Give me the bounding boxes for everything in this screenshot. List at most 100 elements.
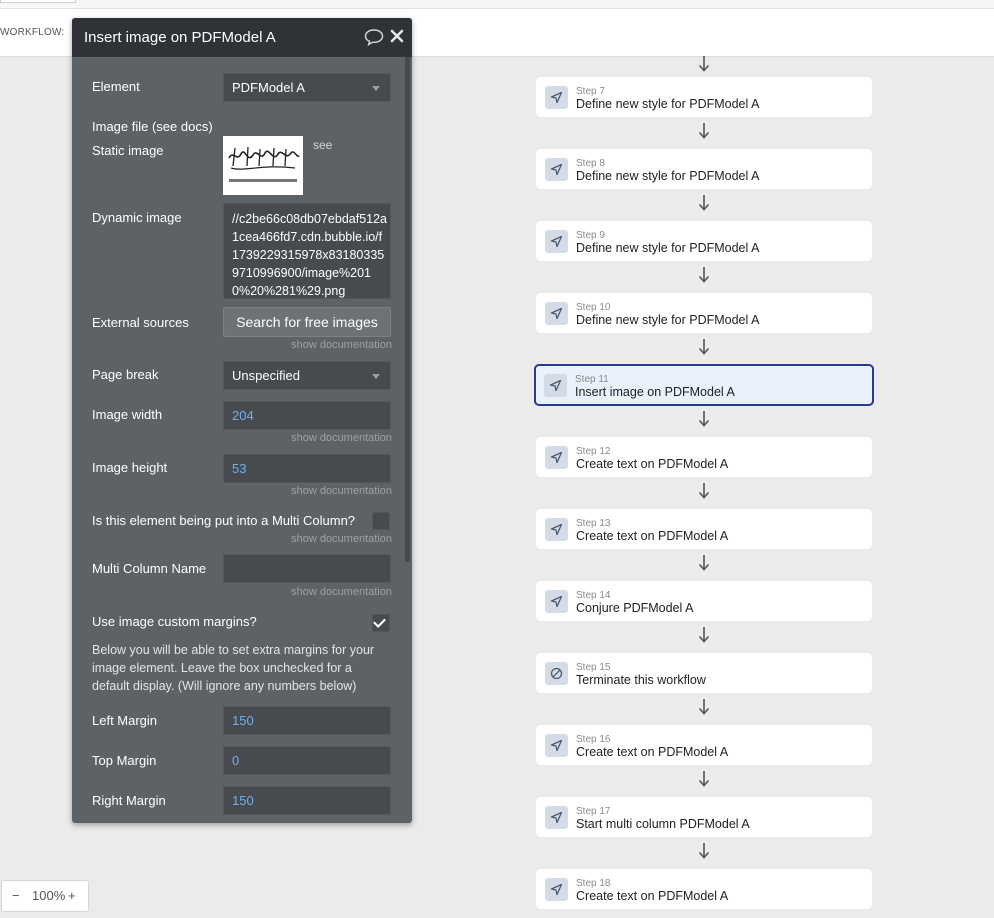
cursor-icon xyxy=(545,86,568,109)
step-name: Create text on PDFModel A xyxy=(576,529,729,543)
workflow-step-card[interactable]: Step 11 Insert image on PDFModel A xyxy=(534,364,874,406)
step-name: Terminate this workflow xyxy=(576,673,706,687)
show-documentation-link[interactable]: show documentation xyxy=(291,586,392,598)
image-height-input[interactable]: 53 xyxy=(223,454,391,483)
workflow-step-card[interactable]: Step 7 Define new style for PDFModel A xyxy=(536,77,872,117)
multi-column-name-input[interactable] xyxy=(223,554,391,583)
workflow-step-card[interactable]: Step 9 Define new style for PDFModel A xyxy=(536,221,872,261)
cursor-icon xyxy=(545,158,568,181)
workflow-step-card[interactable]: Step 17 Start multi column PDFModel A xyxy=(536,797,872,837)
step-name: Create text on PDFModel A xyxy=(576,745,729,759)
image-width-input[interactable]: 204 xyxy=(223,401,391,430)
cursor-icon xyxy=(545,302,568,325)
see-link[interactable]: see xyxy=(313,138,332,152)
property-editor-panel: Insert image on PDFModel A Element PDFMo… xyxy=(72,18,412,823)
step-number: Step 17 xyxy=(576,806,611,817)
top-margin-value: 0 xyxy=(232,753,240,768)
static-image-thumbnail[interactable] xyxy=(223,136,303,195)
stop-icon xyxy=(545,662,568,685)
show-documentation-link[interactable]: show documentation xyxy=(291,432,392,444)
show-documentation-link[interactable]: show documentation xyxy=(291,485,392,497)
step-number: Step 7 xyxy=(576,86,605,97)
step-number: Step 8 xyxy=(576,158,605,169)
flow-arrow-icon xyxy=(698,338,710,356)
workflow-step-card[interactable]: Step 14 Conjure PDFModel A xyxy=(536,581,872,621)
multi-column-checkbox[interactable] xyxy=(372,512,390,530)
workflow-step-card[interactable]: Step 8 Define new style for PDFModel A xyxy=(536,149,872,189)
workflow-step-card[interactable]: Step 16 Create text on PDFModel A xyxy=(536,725,872,765)
flow-arrow-icon xyxy=(698,482,710,500)
flow-arrow-icon xyxy=(698,266,710,284)
top-margin-input[interactable]: 0 xyxy=(223,746,391,775)
flow-arrow-icon xyxy=(698,698,710,716)
search-free-images-button[interactable]: Search for free images xyxy=(223,307,391,337)
element-value: PDFModel A xyxy=(232,80,305,95)
step-name: Define new style for PDFModel A xyxy=(576,169,760,183)
static-image-label: Static image xyxy=(92,143,164,158)
comment-icon[interactable] xyxy=(364,28,384,51)
flow-arrow-icon xyxy=(698,194,710,212)
step-name: Define new style for PDFModel A xyxy=(576,313,760,327)
left-margin-value: 150 xyxy=(232,713,254,728)
step-name: Create text on PDFModel A xyxy=(576,889,729,903)
workflow-step-card[interactable]: Step 13 Create text on PDFModel A xyxy=(536,509,872,549)
step-number: Step 14 xyxy=(576,590,611,601)
panel-title: Insert image on PDFModel A xyxy=(84,29,276,46)
right-margin-label: Right Margin xyxy=(92,793,166,808)
image-file-label: Image file (see docs) xyxy=(92,119,213,134)
element-dropdown[interactable]: PDFModel A xyxy=(223,73,391,102)
flow-arrow-icon xyxy=(698,122,710,140)
step-name: Define new style for PDFModel A xyxy=(576,97,760,111)
right-margin-input[interactable]: 150 xyxy=(223,786,391,815)
dynamic-image-label: Dynamic image xyxy=(92,210,182,225)
panel-scrollbar[interactable] xyxy=(405,57,410,562)
step-number: Step 10 xyxy=(576,302,611,313)
step-number: Step 12 xyxy=(576,446,611,457)
show-documentation-link[interactable]: show documentation xyxy=(291,533,392,545)
cursor-icon xyxy=(544,374,567,397)
flow-arrow-icon xyxy=(698,770,710,788)
chevron-down-icon xyxy=(372,86,380,91)
image-height-value: 53 xyxy=(232,461,247,476)
close-icon[interactable] xyxy=(390,25,404,49)
workflow-label: WORKFLOW: xyxy=(0,27,65,38)
right-margin-value: 150 xyxy=(232,793,254,808)
zoom-in-button[interactable]: + xyxy=(68,888,76,903)
custom-margins-checkbox[interactable] xyxy=(372,614,390,632)
workflow-step-card[interactable]: Step 18 Create text on PDFModel A xyxy=(536,869,872,909)
checkmark-icon xyxy=(373,615,386,628)
top-margin-label: Top Margin xyxy=(92,753,157,768)
image-width-label: Image width xyxy=(92,407,163,422)
step-name: Define new style for PDFModel A xyxy=(576,241,760,255)
cursor-icon xyxy=(545,878,568,901)
workflow-step-card[interactable]: Step 12 Create text on PDFModel A xyxy=(536,437,872,477)
element-label: Element xyxy=(92,79,140,94)
zoom-level: 100% xyxy=(32,888,66,903)
tab-stub[interactable] xyxy=(0,0,76,3)
page-break-dropdown[interactable]: Unspecified xyxy=(223,361,391,390)
top-strip xyxy=(0,0,994,9)
dynamic-image-field[interactable]: //c2be66c08db07ebdaf512a1cea466fd7.cdn.b… xyxy=(223,203,391,299)
cursor-icon xyxy=(545,734,568,757)
step-name: Start multi column PDFModel A xyxy=(576,817,750,831)
custom-margins-label: Use image custom margins? xyxy=(92,614,257,629)
workflow-step-card[interactable]: Step 10 Define new style for PDFModel A xyxy=(536,293,872,333)
left-margin-input[interactable]: 150 xyxy=(223,706,391,735)
cursor-icon xyxy=(545,518,568,541)
cursor-icon xyxy=(545,590,568,613)
step-name: Create text on PDFModel A xyxy=(576,457,729,471)
multi-column-label: Is this element being put into a Multi C… xyxy=(92,513,356,528)
flow-arrow-icon xyxy=(698,626,710,644)
workflow-step-card[interactable]: Step 15 Terminate this workflow xyxy=(536,653,872,693)
page-break-label: Page break xyxy=(92,367,159,382)
cursor-icon xyxy=(545,446,568,469)
chevron-down-icon xyxy=(372,374,380,379)
zoom-out-button[interactable]: − xyxy=(12,888,20,903)
flow-arrow-icon xyxy=(698,842,710,860)
step-number: Step 15 xyxy=(576,662,611,673)
step-number: Step 9 xyxy=(576,230,605,241)
image-width-value: 204 xyxy=(232,408,254,423)
show-documentation-link[interactable]: show documentation xyxy=(291,339,392,351)
panel-header[interactable]: Insert image on PDFModel A xyxy=(72,18,412,57)
zoom-control: − 100% + xyxy=(1,880,89,912)
